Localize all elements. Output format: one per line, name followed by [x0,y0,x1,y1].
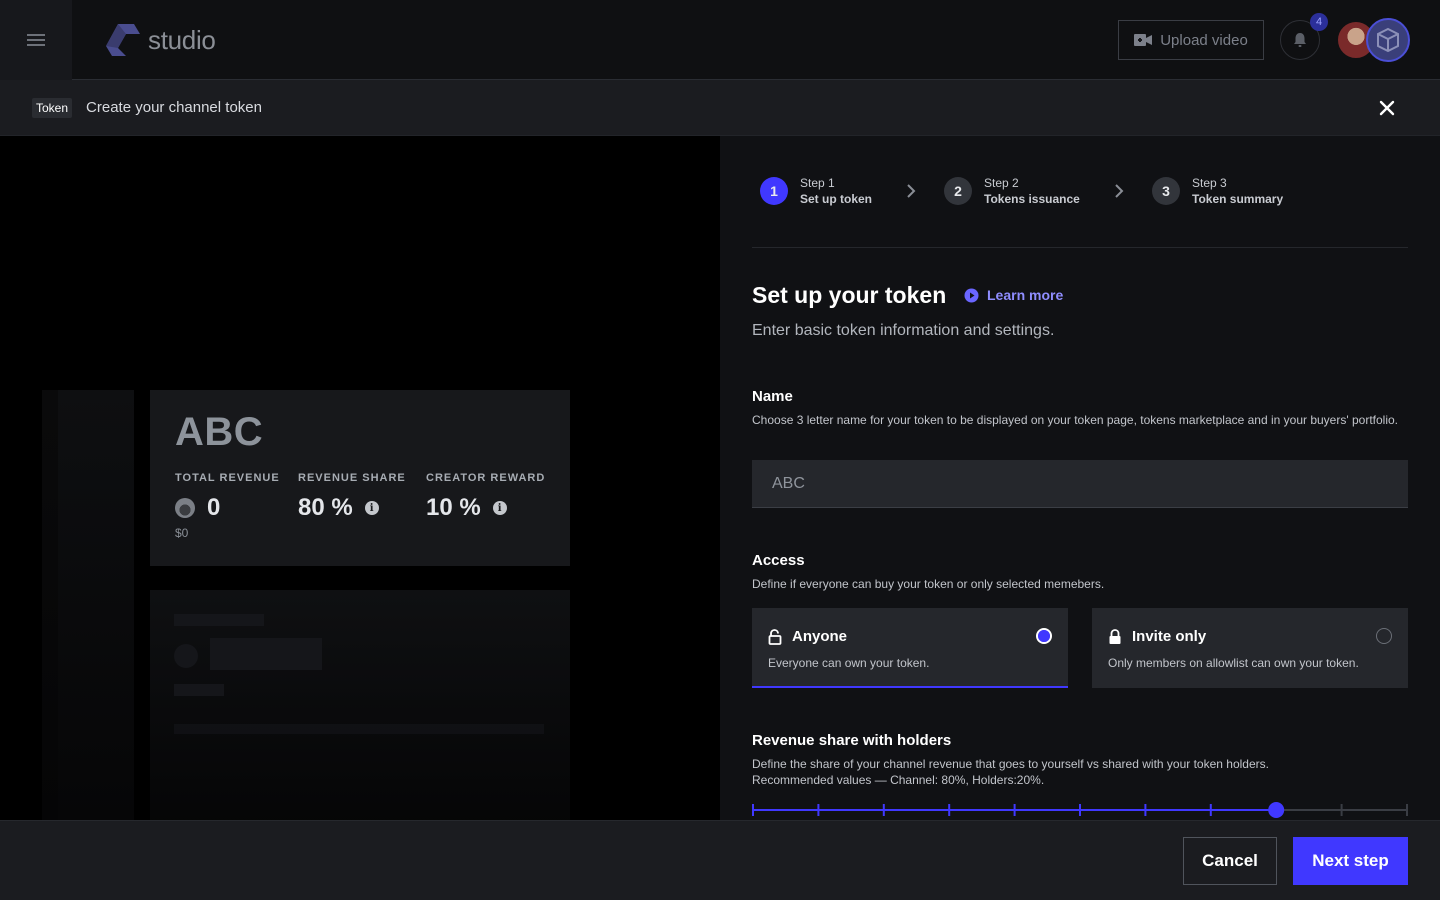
revenue-share-value: 80 % i [298,494,379,522]
token-ticker: ABC [175,410,264,454]
step-title: Tokens issuance [984,192,1080,206]
name-label: Name [752,388,793,405]
setup-panel: 1 Step 1 Set up token 2 Step 2 Tokens is… [720,136,1440,820]
cancel-button[interactable]: Cancel [1183,837,1277,885]
info-icon[interactable]: i [364,501,379,515]
chevron-right-icon [907,184,916,198]
top-bar: studio Upload video 4 [0,0,1440,80]
logo-text: studio [148,24,216,55]
creator-reward-label: CREATOR REWARD [426,472,546,484]
logo-mark-icon [106,24,140,56]
learn-more-label: Learn more [987,287,1064,303]
token-preview-card: ABC TOTAL REVENUE 0 $0 REVENUE SHARE 80 … [150,390,570,566]
access-help: Define if everyone can buy your token or… [752,577,1105,591]
skeleton-line [174,724,544,734]
step-title: Token summary [1192,192,1284,206]
step-1: 1 Step 1 Set up token [760,176,872,206]
channel-avatar[interactable] [1366,18,1410,62]
total-revenue-label: TOTAL REVENUE [175,472,280,484]
access-option-invite-only[interactable]: Invite only Only members on allowlist ca… [1092,608,1408,688]
total-revenue-value: 0 [175,494,220,522]
studio-logo[interactable]: studio [104,22,216,58]
total-revenue-usd: $0 [175,526,189,540]
option-description: Everyone can own your token. [768,656,930,670]
token-name-input[interactable] [752,460,1408,508]
step-kicker: Step 1 [800,176,835,190]
radio-unselected[interactable] [1376,628,1392,644]
creator-reward-value: 10 % i [426,494,507,522]
slider-handle[interactable] [1268,802,1285,818]
footer-bar: Cancel Next step [0,820,1440,900]
upload-video-button[interactable]: Upload video [1118,20,1264,60]
upload-video-label: Upload video [1160,31,1248,49]
unlock-icon [768,628,782,645]
skeleton-line [174,614,264,626]
name-help: Choose 3 letter name for your token to b… [752,413,1399,427]
cube-icon [1377,27,1399,53]
skeleton-line [174,684,224,696]
step-kicker: Step 2 [984,176,1019,190]
skeleton-avatar [174,644,198,668]
learn-more-link[interactable]: Learn more [964,287,1063,303]
chevron-right-icon [1115,184,1124,198]
access-option-anyone[interactable]: Anyone Everyone can own your token. [752,608,1068,688]
creator-reward-amount: 10 % [426,494,481,521]
preview-ghost-column [58,390,134,820]
access-label: Access [752,552,805,569]
close-icon[interactable] [1378,99,1396,117]
next-step-button[interactable]: Next step [1293,837,1408,885]
revenue-share-label: REVENUE SHARE [298,472,406,484]
sub-header: Token Create your channel token [0,80,1440,136]
hamburger-menu-button[interactable] [0,0,72,80]
section-subtitle: Enter basic token information and settin… [752,322,1055,339]
step-3: 3 Step 3 Token summary [1152,176,1283,206]
revenue-share-help-line2: Recommended values — Channel: 80%, Holde… [752,773,1045,787]
play-circle-icon [964,288,979,302]
revenue-share-help-line1: Define the share of your channel revenue… [752,757,1269,771]
notification-count-badge: 4 [1310,13,1328,31]
option-title: Invite only [1132,628,1207,645]
option-description: Only members on allowlist can own your t… [1108,656,1359,670]
video-camera-icon [1134,34,1153,46]
lock-icon [1109,628,1121,644]
radio-selected[interactable] [1036,628,1052,644]
skeleton-card [150,590,570,820]
step-number: 2 [944,177,972,205]
step-title: Set up token [800,192,873,206]
skeleton-line [210,638,322,670]
bell-icon [1294,33,1306,47]
step-kicker: Step 3 [1192,176,1227,190]
preview-ghost-column [42,390,58,820]
hamburger-icon [27,34,45,46]
revenue-share-label: Revenue share with holders [752,732,952,749]
step-2: 2 Step 2 Tokens issuance [944,176,1080,206]
total-revenue-amount: 0 [207,494,221,521]
revenue-share-slider[interactable] [752,800,1408,820]
step-number: 3 [1152,177,1180,205]
revenue-share-amount: 80 % [298,494,353,521]
step-number: 1 [760,177,788,205]
section-title: Set up your token [752,282,947,308]
stepper: 1 Step 1 Set up token 2 Step 2 Tokens is… [752,136,1408,248]
token-tag: Token [32,97,73,118]
token-preview: ABC TOTAL REVENUE 0 $0 REVENUE SHARE 80 … [0,136,720,820]
info-icon[interactable]: i [492,501,507,515]
option-title: Anyone [792,628,848,645]
page-title: Create your channel token [86,99,262,116]
coin-icon [175,498,195,518]
